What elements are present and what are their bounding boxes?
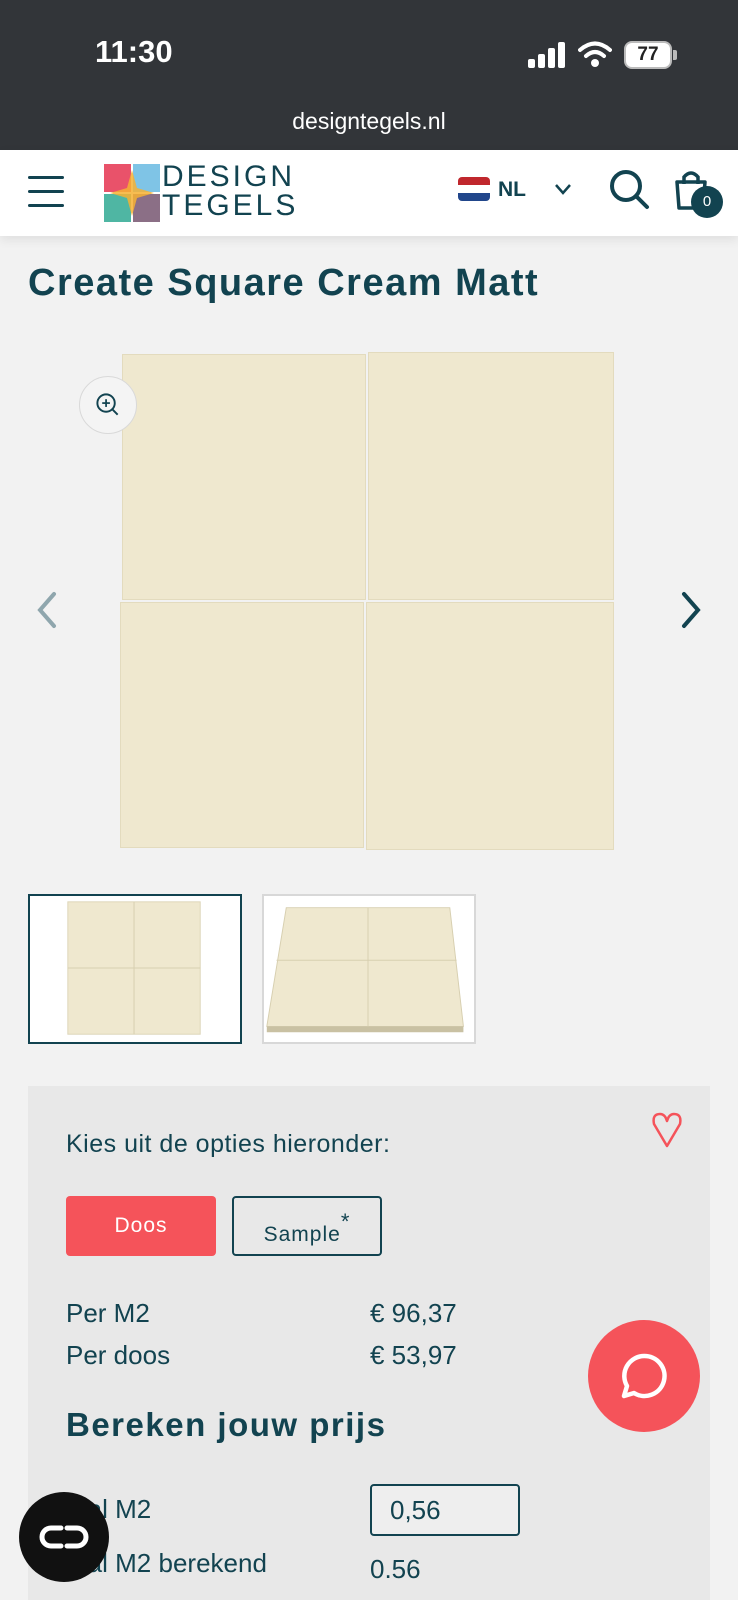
per-doos-label: Per doos [66,1340,171,1370]
product-image[interactable] [120,352,614,850]
status-bar: 11:30 77 designtegels.nl [0,0,738,150]
cookie-settings-button[interactable] [19,1492,109,1582]
thumbnail-2-image [266,907,464,1033]
next-image-arrow-icon[interactable] [678,590,706,630]
per-m2-label: Per M2 [66,1298,150,1328]
logo-text[interactable]: DESIGN TEGELS [162,162,298,221]
wifi-icon [578,41,612,67]
language-selector[interactable]: NL [498,178,526,202]
thumbnail-1[interactable] [28,894,242,1044]
menu-icon[interactable] [28,174,64,208]
cookie-consent-icon [39,1525,89,1549]
zoom-in-icon [96,393,119,416]
options-prompt: Kies uit de opties hieronder: [66,1130,391,1158]
signal-icon [528,42,566,68]
product-title: Create Square Cream Matt [28,262,540,304]
heart-icon[interactable] [650,1110,684,1150]
site-header: DESIGN TEGELS NL [0,150,738,236]
logo-icon[interactable] [104,164,160,222]
thumbnail-1-image [67,901,201,1035]
per-doos-price: € 53,97 [370,1340,457,1370]
chat-button[interactable] [588,1320,700,1432]
search-icon[interactable] [608,168,650,210]
clock: 11:30 [95,34,173,69]
per-m2-price: € 96,37 [370,1298,457,1328]
battery-level: 77 [637,44,659,65]
cart-count-badge[interactable]: 0 [691,186,723,218]
url-bar[interactable]: designtegels.nl [0,108,738,135]
previous-image-arrow-icon[interactable] [32,590,60,630]
chat-bubble-icon [621,1353,667,1399]
battery-icon: 77 [624,41,672,69]
aantal-m2-berekend-value: 0.56 [370,1554,421,1584]
aantal-m2-input[interactable]: 0,56 [370,1484,520,1536]
calculator-title: Bereken jouw prijs [66,1406,387,1443]
sample-option-button[interactable]: Sample* [232,1196,382,1256]
doos-option-button[interactable]: Doos [66,1196,216,1256]
nl-flag-icon[interactable] [458,177,490,201]
thumbnail-2[interactable] [262,894,476,1044]
zoom-button[interactable] [79,376,137,434]
chevron-down-icon[interactable] [554,180,572,198]
